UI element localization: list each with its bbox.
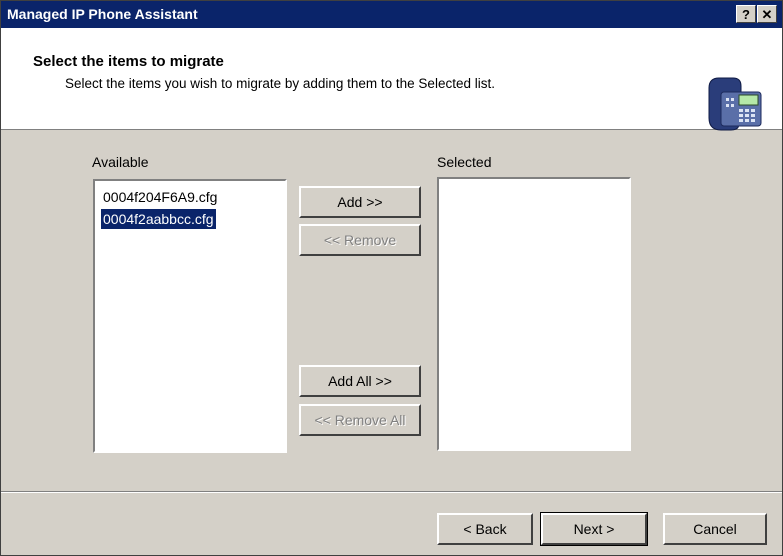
back-button[interactable]: < Back [437, 513, 533, 545]
cancel-button[interactable]: Cancel [663, 513, 767, 545]
remove-button[interactable]: << Remove [299, 224, 421, 256]
selected-listbox[interactable] [437, 177, 631, 451]
help-button[interactable]: ? [736, 5, 756, 23]
cancel-button-label: Cancel [693, 521, 737, 537]
dialog-window: Managed IP Phone Assistant ? ✕ Select th… [0, 0, 783, 556]
page-title: Select the items to migrate [33, 53, 224, 70]
window-title: Managed IP Phone Assistant [7, 6, 198, 22]
add-button-label: Add >> [337, 194, 383, 210]
list-item[interactable]: 0004f204F6A9.cfg [101, 187, 219, 207]
add-all-button-label: Add All >> [328, 373, 392, 389]
page-subtitle: Select the items you wish to migrate by … [65, 76, 495, 91]
next-button[interactable]: Next > [540, 512, 648, 546]
footer-divider [1, 491, 782, 493]
add-button[interactable]: Add >> [299, 186, 421, 218]
remove-button-label: << Remove [323, 232, 397, 248]
selected-label: Selected [437, 154, 492, 170]
available-label: Available [92, 154, 149, 170]
title-bar[interactable]: Managed IP Phone Assistant ? ✕ [1, 1, 782, 28]
next-button-label: Next > [573, 521, 615, 537]
remove-all-button-label: << Remove All [314, 412, 406, 428]
remove-all-button[interactable]: << Remove All [299, 404, 421, 436]
add-all-button[interactable]: Add All >> [299, 365, 421, 397]
close-button[interactable]: ✕ [757, 5, 777, 23]
list-item-selected[interactable]: 0004f2aabbcc.cfg [101, 209, 216, 229]
desk-phone-icon [705, 74, 765, 135]
available-listbox[interactable]: 0004f204F6A9.cfg 0004f2aabbcc.cfg [93, 179, 287, 453]
back-button-label: < Back [463, 521, 507, 537]
wizard-header: Select the items to migrate Select the i… [1, 28, 782, 131]
